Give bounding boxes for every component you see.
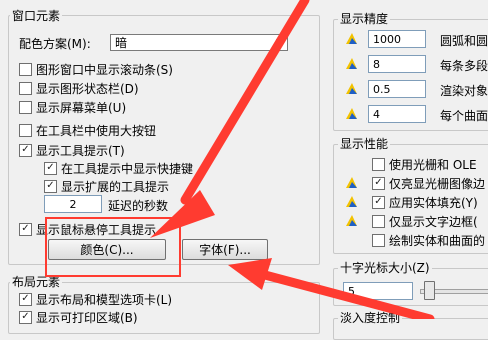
fade-control-title: 淡入度控制 — [338, 309, 403, 326]
checkbox-shortcut-keys[interactable]: ✓ 在工具提示中显示快捷键 — [44, 159, 193, 177]
checkbox-large-buttons[interactable]: 在工具栏中使用大按钮 — [19, 121, 156, 139]
fonts-button[interactable]: 字体(F)... — [182, 239, 268, 260]
checkbox-box[interactable]: ✓ — [19, 310, 32, 324]
checkbox-status-bar[interactable]: 显示图形状态栏(D) — [19, 79, 139, 97]
checkbox-label: 仅亮显光栅图像边 — [389, 176, 486, 191]
checkbox-box[interactable]: ✓ — [372, 195, 385, 209]
perf-checkbox-solids-surfaces[interactable]: 绘制实体和曲面的 — [372, 231, 485, 249]
checkbox-box[interactable] — [19, 62, 32, 76]
resolution-label-polyline: 每条多段 — [440, 59, 488, 73]
color-scheme-dropdown[interactable]: 暗 ▼ — [110, 34, 288, 51]
display-resolution-title: 显示精度 — [338, 10, 391, 27]
checkbox-label: 显示屏幕菜单(U) — [36, 100, 127, 115]
crosshair-slider-thumb[interactable] — [423, 281, 435, 300]
checkbox-screen-menu[interactable]: 显示屏幕菜单(U) — [19, 98, 126, 116]
display-performance-title: 显示性能 — [338, 135, 391, 152]
checkbox-label: 绘制实体和曲面的 — [389, 233, 486, 248]
checkbox-box[interactable] — [372, 157, 385, 171]
resolution-label-render: 渲染对象 — [440, 84, 488, 98]
perf-checkbox-text-frame[interactable]: 仅显示文字边框( — [372, 212, 478, 230]
chevron-down-icon: ▼ — [276, 37, 283, 48]
checkbox-scrollbars[interactable]: 图形窗口中显示滚动条(S) — [19, 60, 173, 78]
checkbox-box[interactable]: ✓ — [44, 161, 57, 175]
checkbox-printable-area[interactable]: ✓ 显示可打印区域(B) — [19, 308, 138, 326]
cube-icon — [346, 215, 357, 226]
resolution-label-surface: 每个曲面 — [440, 109, 488, 123]
crosshair-title: 十字光标大小(Z) — [338, 259, 432, 276]
checkbox-box[interactable] — [19, 100, 32, 114]
checkbox-label: 显示布局和模型选项卡(L) — [36, 292, 173, 307]
checkbox-box[interactable] — [19, 123, 32, 137]
cube-icon — [346, 108, 357, 119]
checkbox-label: 应用实体填充(Y) — [389, 195, 478, 210]
checkbox-box[interactable]: ✓ — [19, 143, 32, 157]
highlight-box — [45, 217, 181, 277]
checkbox-label: 显示图形状态栏(D) — [36, 81, 139, 96]
checkbox-box[interactable] — [372, 214, 385, 228]
resolution-input-render[interactable]: 0.5 — [368, 80, 426, 98]
checkbox-layout-tabs[interactable]: ✓ 显示布局和模型选项卡(L) — [19, 290, 172, 308]
resolution-input-polyline[interactable]: 8 — [368, 55, 426, 73]
cube-icon — [346, 196, 357, 207]
checkbox-label: 显示扩展的工具提示 — [61, 179, 170, 194]
color-scheme-label: 配色方案(M): — [19, 37, 91, 51]
checkbox-label: 在工具提示中显示快捷键 — [61, 161, 194, 176]
checkbox-extended-tooltips[interactable]: ✓ 显示扩展的工具提示 — [44, 177, 169, 195]
cube-icon — [346, 177, 357, 188]
window-elements-title: 窗口元素 — [10, 7, 63, 24]
cube-icon — [346, 83, 357, 94]
checkbox-label: 图形窗口中显示滚动条(S) — [36, 62, 173, 77]
delay-seconds-label: 延迟的秒数 — [108, 199, 169, 213]
perf-checkbox-raster-frame[interactable]: ✓ 仅亮显光栅图像边 — [372, 174, 485, 192]
checkbox-box[interactable]: ✓ — [19, 222, 32, 236]
checkbox-label: 在工具栏中使用大按钮 — [36, 123, 157, 138]
crosshair-size-input[interactable]: 5 — [343, 282, 413, 300]
delay-seconds-input[interactable]: 2 — [44, 195, 102, 213]
checkbox-box[interactable] — [372, 233, 385, 247]
resolution-label-arc: 圆弧和圆 — [440, 34, 488, 48]
resolution-input-surface[interactable]: 4 — [368, 105, 426, 123]
resolution-input-arc[interactable]: 1000 — [368, 30, 426, 48]
checkbox-box[interactable]: ✓ — [19, 292, 32, 306]
checkbox-box[interactable] — [19, 81, 32, 95]
checkbox-label: 显示可打印区域(B) — [36, 310, 138, 325]
checkbox-box[interactable]: ✓ — [372, 176, 385, 190]
checkbox-label: 仅显示文字边框( — [389, 214, 478, 229]
checkbox-label: 使用光栅和 OLE — [389, 157, 477, 172]
perf-checkbox-raster-ole[interactable]: 使用光栅和 OLE — [372, 155, 477, 173]
checkbox-tooltips[interactable]: ✓ 显示工具提示(T) — [19, 141, 125, 159]
checkbox-label: 显示工具提示(T) — [36, 143, 125, 158]
color-scheme-value: 暗 — [115, 36, 128, 50]
checkbox-box[interactable]: ✓ — [44, 179, 57, 193]
cube-icon — [346, 33, 357, 44]
cube-icon — [346, 58, 357, 69]
perf-checkbox-solid-fill[interactable]: ✓ 应用实体填充(Y) — [372, 193, 478, 211]
